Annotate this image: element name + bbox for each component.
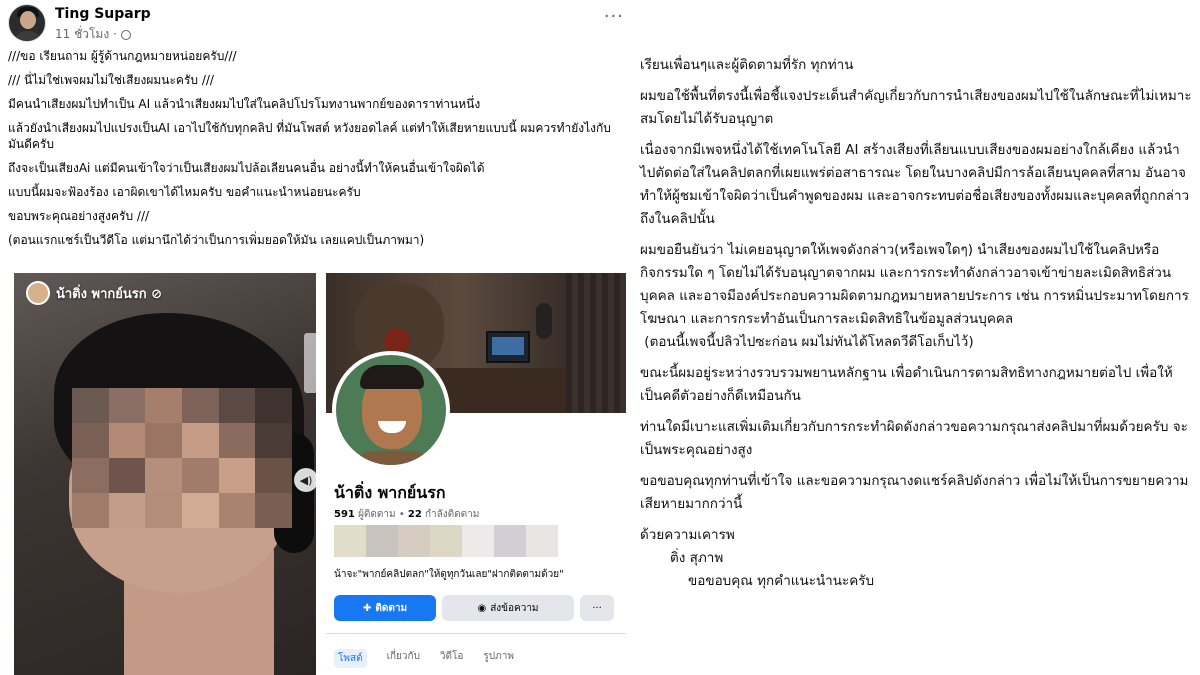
globe-icon <box>120 29 131 40</box>
tab-about[interactable]: เกี่ยวกับ <box>387 649 420 668</box>
statement-signature: ติ่ง สุภาพ <box>670 550 724 566</box>
facebook-post: Ting Suparp 11 ชั่วโมง · ··· ///ขอ เรียน… <box>0 0 636 675</box>
tab-videos[interactable]: วิดีโอ <box>440 649 464 668</box>
page-avatar <box>26 281 50 305</box>
statement-thanks: ขอขอบคุณ ทุกคำแนะนำนะครับ <box>688 573 875 589</box>
page-profile-picture[interactable] <box>332 351 450 469</box>
tab-photos[interactable]: รูปภาพ <box>483 649 514 668</box>
post-line: (ตอนแรกแชร์เป็นวีดีโอ แต่มานึกได้ว่าเป็น… <box>8 233 425 247</box>
video-screenshot[interactable]: น้าติ่ง พากย์นรก ⊘ ◀) <box>14 273 316 675</box>
monitor-icon <box>486 331 530 363</box>
post-line: ขอบพระคุณอย่างสูงครับ /// <box>8 209 150 223</box>
post-line: มีคนนำเสียงผมไปทำเป็น AI แล้วนำเสียงผมไป… <box>8 97 481 111</box>
post-line: /// นี่ไม่ใช่เพจผมไม่ใช่เสียงผมนะครับ //… <box>8 73 214 87</box>
divider <box>326 633 626 634</box>
post-header: Ting Suparp 11 ชั่วโมง · ··· <box>8 4 628 44</box>
statement-paragraph: ผมขอใช้พื้นที่ตรงนี้เพื่อชี้แจงประเด็นสำ… <box>640 88 1192 127</box>
message-label: ส่งข้อความ <box>490 602 539 614</box>
post-line: ถึงจะเป็นเสียงAi แต่มีคนเข้าใจว่าเป็นเสี… <box>8 161 485 175</box>
page-name: น้าติ่ง พากย์นรก <box>334 483 446 502</box>
post-line: แบบนี้ผมจะฟ้องร้อง เอาผิดเขาได้ไหมครับ ข… <box>8 185 361 199</box>
page-bio: น้าจะ"พากย์คลิปตลก"ให้ดูทุกวันเลย"ฝากติด… <box>334 569 564 580</box>
follow-label: ติดตาม <box>375 602 408 614</box>
follow-button[interactable]: ✚ ติดตาม <box>334 595 436 621</box>
post-timestamp[interactable]: 11 ชั่วโมง · <box>55 25 131 44</box>
followers-count[interactable]: 591 <box>334 509 355 520</box>
page-profile-screenshot: น้าติ่ง พากย์นรก 591 ผู้ติดตาม • 22 กำลั… <box>326 273 626 675</box>
statement-paragraph: เนื่องจากมีเพจหนึ่งได้ใช้เทคโนโลยี AI สร… <box>640 142 1190 227</box>
statement-paragraph: เรียนเพื่อนๆและผู้ติดตามที่รัก ทุกท่าน <box>640 57 854 73</box>
following-count[interactable]: 22 <box>408 509 422 520</box>
post-more-options-button[interactable]: ··· <box>604 6 624 27</box>
video-page-label[interactable]: น้าติ่ง พากย์นรก ⊘ <box>26 281 162 305</box>
more-button[interactable]: ··· <box>580 595 614 621</box>
post-body: ///ขอ เรียนถาม ผู้รู้ด้านกฎหมายหน่อยครับ… <box>8 48 634 256</box>
statement-document: เรียนเพื่อนๆและผู้ติดตามที่รัก ทุกท่าน ผ… <box>640 54 1195 593</box>
tab-posts[interactable]: โพสต์ <box>334 649 367 668</box>
post-author-name[interactable]: Ting Suparp <box>55 6 151 22</box>
pixelated-face-censor <box>72 388 292 528</box>
page-tabs: โพสต์ เกี่ยวกับ วิดีโอ รูปภาพ <box>334 649 514 668</box>
video-page-name: น้าติ่ง พากย์นรก ⊘ <box>56 286 163 302</box>
blurred-follower-avatars <box>334 525 558 557</box>
message-button[interactable]: ◉ ส่งข้อความ <box>442 595 574 621</box>
statement-paragraph: ท่านใดมีเบาะแสเพิ่มเติมเกี่ยวกับการกระทำ… <box>640 419 1188 458</box>
microphone-icon <box>536 303 552 339</box>
statement-closing: ด้วยความเคารพ <box>640 527 735 543</box>
messenger-icon: ◉ <box>477 602 487 614</box>
speaker-icon[interactable]: ◀) <box>294 468 316 492</box>
statement-paragraph: ขอขอบคุณทุกท่านที่เข้าใจ และขอความกรุณาง… <box>640 473 1189 512</box>
following-label[interactable]: กำลังติดตาม <box>425 509 479 520</box>
follow-icon: ✚ <box>362 602 372 614</box>
post-time[interactable]: 11 ชั่วโมง · <box>55 25 117 44</box>
page-stats: 591 ผู้ติดตาม • 22 กำลังติดตาม <box>334 509 480 520</box>
followers-label[interactable]: ผู้ติดตาม <box>358 509 396 520</box>
post-line: ///ขอ เรียนถาม ผู้รู้ด้านกฎหมายหน่อยครับ… <box>8 49 237 63</box>
scroll-handle[interactable] <box>304 333 316 393</box>
post-line: แล้วยังนำเสียงผมไปแปรงเป็นAI เอาไปใช้กับ… <box>8 121 611 151</box>
statement-paragraph: ผมขอยืนยันว่า ไม่เคยอนุญาตให้เพจดังกล่าว… <box>640 242 1189 350</box>
statement-paragraph: ขณะนี้ผมอยู่ระหว่างรวบรวมพยานหลักฐาน เพื… <box>640 365 1173 404</box>
author-avatar[interactable] <box>8 4 46 42</box>
page-action-buttons: ✚ ติดตาม ◉ ส่งข้อความ ··· <box>334 595 614 621</box>
